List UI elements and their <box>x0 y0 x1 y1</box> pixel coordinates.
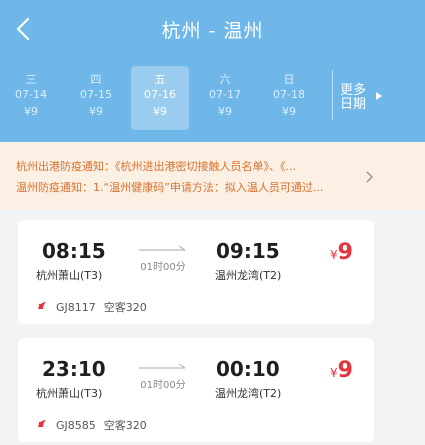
flight-price: ¥9 <box>330 358 353 383</box>
departure-time: 23:10 <box>42 357 106 381</box>
departure-airport: 杭州萧山(T3) <box>36 387 103 400</box>
airline-logo-icon <box>38 420 46 427</box>
aircraft-type: 空客320 <box>103 419 147 432</box>
flight-info: GJ8117 空客320 <box>56 299 147 315</box>
flight-list-screen: 杭州 - 温州 三 07-14 ¥9 四 07-15 ¥9 五 07-16 ¥9… <box>0 0 425 445</box>
date-price: ¥9 <box>282 105 296 118</box>
weekday-label: 三 <box>25 73 37 86</box>
date-tab-0716[interactable]: 五 07-16 ¥9 <box>131 66 189 130</box>
notice-line-hangzhou: 杭州出港防疫通知：《杭州进出港密切接触人员名单》、《... <box>16 160 296 173</box>
airline-logo-icon <box>38 302 46 309</box>
departure-time: 08:15 <box>42 239 106 263</box>
date-label: 07-17 <box>209 88 241 101</box>
route-arrow-icon <box>139 363 186 369</box>
chevron-right-icon <box>366 171 374 183</box>
arrival-airport: 温州龙湾(T2) <box>215 269 282 282</box>
departure-airport: 杭州萧山(T3) <box>36 269 103 282</box>
chevron-right-icon <box>376 92 382 100</box>
divider <box>332 70 333 120</box>
flight-card[interactable]: 08:15 杭州萧山(T3) 01时00分 09:15 温州龙湾(T2) ¥9 … <box>18 220 374 324</box>
more-dates-label-1: 更多 <box>340 83 367 98</box>
flight-duration: 01时00分 <box>140 380 186 391</box>
arrival-airport: 温州龙湾(T2) <box>215 387 282 400</box>
arrival-time: 09:15 <box>216 239 280 263</box>
flight-card[interactable]: 23:10 杭州萧山(T3) 01时00分 00:10 温州龙湾(T2) ¥9 … <box>18 338 374 442</box>
price-value: 9 <box>337 358 353 383</box>
arrival-time: 00:10 <box>216 357 280 381</box>
date-price: ¥9 <box>89 105 103 118</box>
weekday-label: 日 <box>283 73 295 86</box>
date-price: ¥9 <box>218 105 232 118</box>
route-title: 杭州 - 温州 <box>161 20 264 42</box>
flight-number: GJ8117 <box>56 301 96 314</box>
date-label: 07-16 <box>144 88 176 101</box>
route-arrow-icon <box>139 245 186 251</box>
weekday-label: 四 <box>90 73 102 86</box>
aircraft-type: 空客320 <box>103 301 147 314</box>
date-tab-0714[interactable]: 三 07-14 ¥9 <box>2 66 60 130</box>
weekday-label: 六 <box>219 73 231 86</box>
header: 杭州 - 温州 三 07-14 ¥9 四 07-15 ¥9 五 07-16 ¥9… <box>0 0 425 142</box>
more-dates-label-2: 日期 <box>340 97 367 112</box>
flight-duration: 01时00分 <box>140 262 186 273</box>
date-tab-0715[interactable]: 四 07-15 ¥9 <box>67 66 125 130</box>
flight-price: ¥9 <box>330 240 353 265</box>
notice-line-wenzhou: 温州防疫通知：1.“温州健康码”申请方法：拟入温人员可通过... <box>16 181 324 194</box>
currency-symbol: ¥ <box>330 366 338 380</box>
date-label: 07-14 <box>15 88 47 101</box>
more-dates-button[interactable]: 更多 日期 <box>340 84 376 112</box>
date-price: ¥9 <box>24 105 38 118</box>
date-selector: 三 07-14 ¥9 四 07-15 ¥9 五 07-16 ¥9 六 07-17… <box>0 66 330 130</box>
date-label: 07-15 <box>80 88 112 101</box>
epidemic-notice-banner[interactable]: 杭州出港防疫通知：《杭州进出港密切接触人员名单》、《... 温州防疫通知：1.“… <box>0 142 425 210</box>
flight-info: GJ8585 空客320 <box>56 417 147 433</box>
date-tab-0718[interactable]: 日 07-18 ¥9 <box>260 66 318 130</box>
flight-number: GJ8585 <box>56 419 96 432</box>
date-tab-0717[interactable]: 六 07-17 ¥9 <box>196 66 254 130</box>
weekday-label: 五 <box>154 73 166 86</box>
date-price: ¥9 <box>153 105 167 118</box>
date-label: 07-18 <box>273 88 305 101</box>
price-value: 9 <box>337 240 353 265</box>
currency-symbol: ¥ <box>330 248 338 262</box>
